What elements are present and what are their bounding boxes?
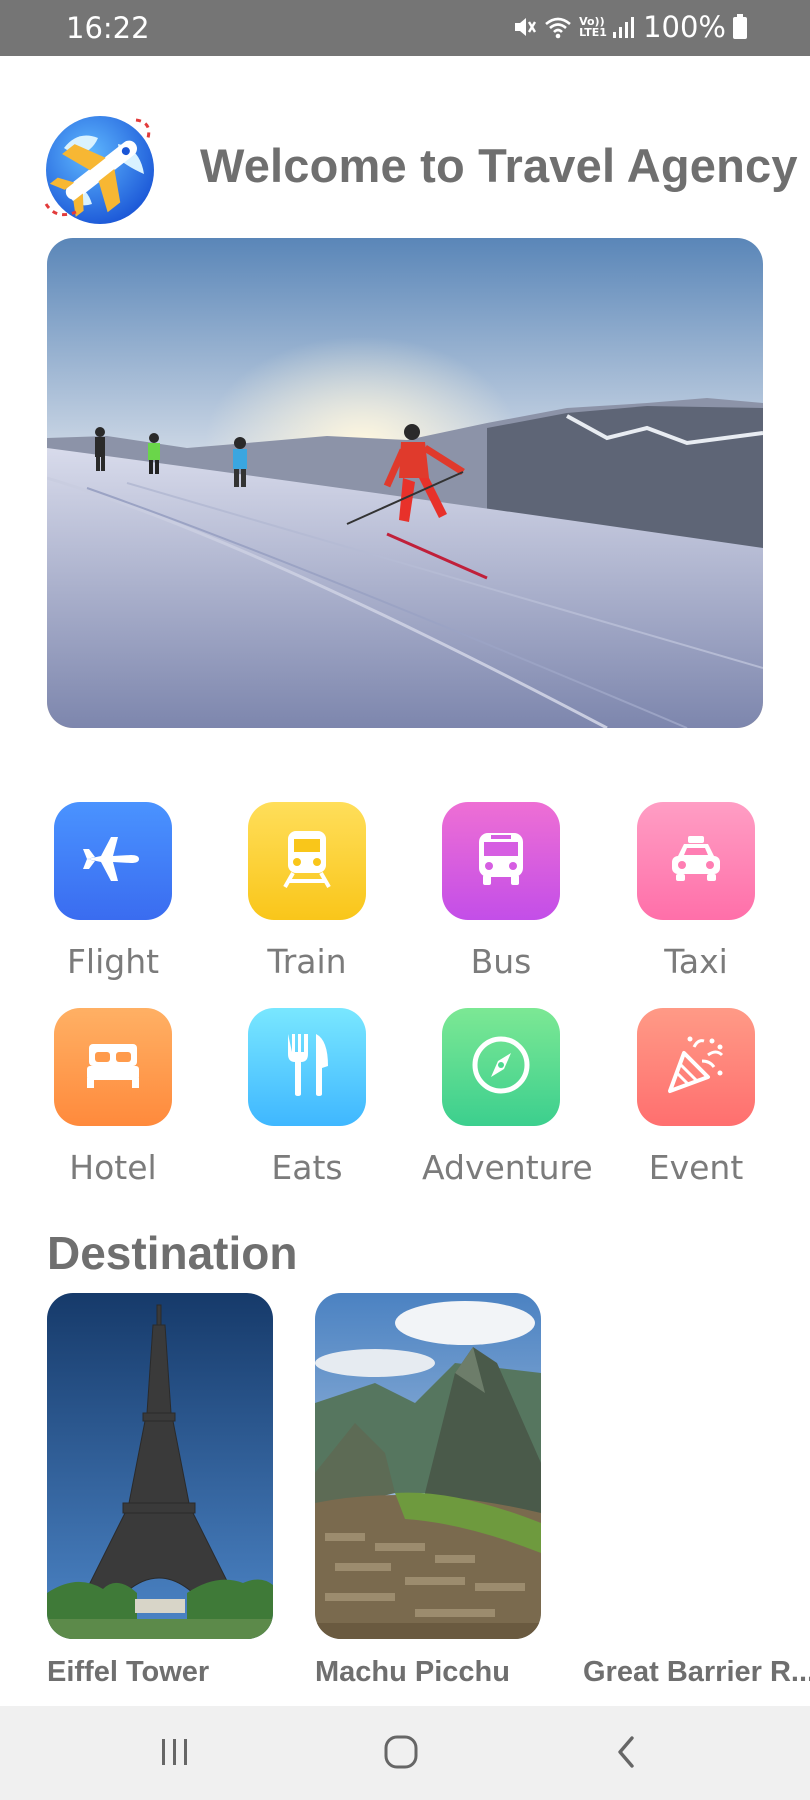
category-label: Taxi bbox=[664, 942, 728, 981]
back-button[interactable] bbox=[597, 1726, 657, 1782]
battery-label: 100% bbox=[643, 10, 726, 44]
category-adventure[interactable]: Adventure bbox=[422, 1008, 593, 1198]
category-hotel[interactable]: Hotel bbox=[34, 1008, 194, 1198]
back-icon bbox=[612, 1735, 642, 1774]
battery-icon bbox=[732, 14, 748, 40]
destination-label: Machu Picchu bbox=[315, 1656, 510, 1688]
signal-icon bbox=[611, 15, 637, 39]
category-event[interactable]: Event bbox=[617, 1008, 777, 1198]
destination-card-machu-picchu[interactable] bbox=[315, 1293, 541, 1639]
category-label: Event bbox=[648, 1148, 744, 1187]
taxi-icon bbox=[668, 834, 724, 889]
category-tile[interactable] bbox=[442, 802, 560, 920]
recents-button[interactable] bbox=[145, 1726, 205, 1782]
hero-banner[interactable] bbox=[47, 238, 763, 728]
status-time: 16:22 bbox=[66, 11, 150, 45]
section-title-destination: Destination bbox=[47, 1227, 298, 1279]
bed-icon bbox=[83, 1040, 143, 1095]
home-icon bbox=[383, 1734, 419, 1775]
category-tile[interactable] bbox=[637, 802, 755, 920]
fork-knife-icon bbox=[282, 1032, 332, 1103]
home-button[interactable] bbox=[371, 1726, 431, 1782]
category-label: Flight bbox=[66, 942, 160, 981]
category-label: Bus bbox=[470, 942, 532, 981]
globe-airplane-logo bbox=[40, 108, 160, 228]
destination-label[interactable]: Great Barrier R... bbox=[583, 1656, 810, 1689]
destination-label: Eiffel Tower bbox=[47, 1656, 210, 1688]
category-taxi[interactable]: Taxi bbox=[617, 802, 777, 992]
category-tile[interactable] bbox=[248, 1008, 366, 1126]
category-label: Eats bbox=[271, 1148, 343, 1187]
airplane-icon bbox=[81, 827, 145, 896]
recents-icon bbox=[158, 1735, 192, 1774]
app-header: Welcome to Travel Agency bbox=[0, 56, 810, 236]
category-tile[interactable] bbox=[54, 802, 172, 920]
page-title: Welcome to Travel Agency bbox=[200, 139, 798, 192]
party-popper-icon bbox=[664, 1033, 728, 1102]
category-tile[interactable] bbox=[54, 1008, 172, 1126]
category-label: Adventure bbox=[422, 1148, 593, 1187]
status-icons: Vo)) LTE1 100% bbox=[511, 10, 748, 44]
category-bus[interactable]: Bus bbox=[422, 802, 582, 992]
mute-icon bbox=[511, 14, 537, 40]
compass-icon bbox=[469, 1033, 533, 1102]
train-icon bbox=[279, 827, 335, 896]
system-nav-bar bbox=[0, 1706, 810, 1800]
destination-card-eiffel-tower[interactable] bbox=[47, 1293, 273, 1639]
volte-icon: Vo)) LTE1 bbox=[579, 15, 607, 39]
category-train[interactable]: Train bbox=[228, 802, 388, 992]
category-eats[interactable]: Eats bbox=[228, 1008, 388, 1198]
category-tile[interactable] bbox=[442, 1008, 560, 1126]
skiers-on-snowy-slope bbox=[47, 238, 763, 728]
bus-icon bbox=[473, 829, 529, 894]
status-bar: 16:22 Vo)) LTE1 100% bbox=[0, 0, 810, 56]
machu-picchu bbox=[315, 1293, 541, 1639]
category-tile[interactable] bbox=[637, 1008, 755, 1126]
category-label: Hotel bbox=[69, 1148, 157, 1187]
eiffel-tower bbox=[47, 1293, 273, 1639]
category-tile[interactable] bbox=[248, 802, 366, 920]
category-label: Train bbox=[267, 942, 347, 981]
wifi-icon bbox=[543, 14, 573, 40]
category-flight[interactable]: Flight bbox=[34, 802, 194, 992]
